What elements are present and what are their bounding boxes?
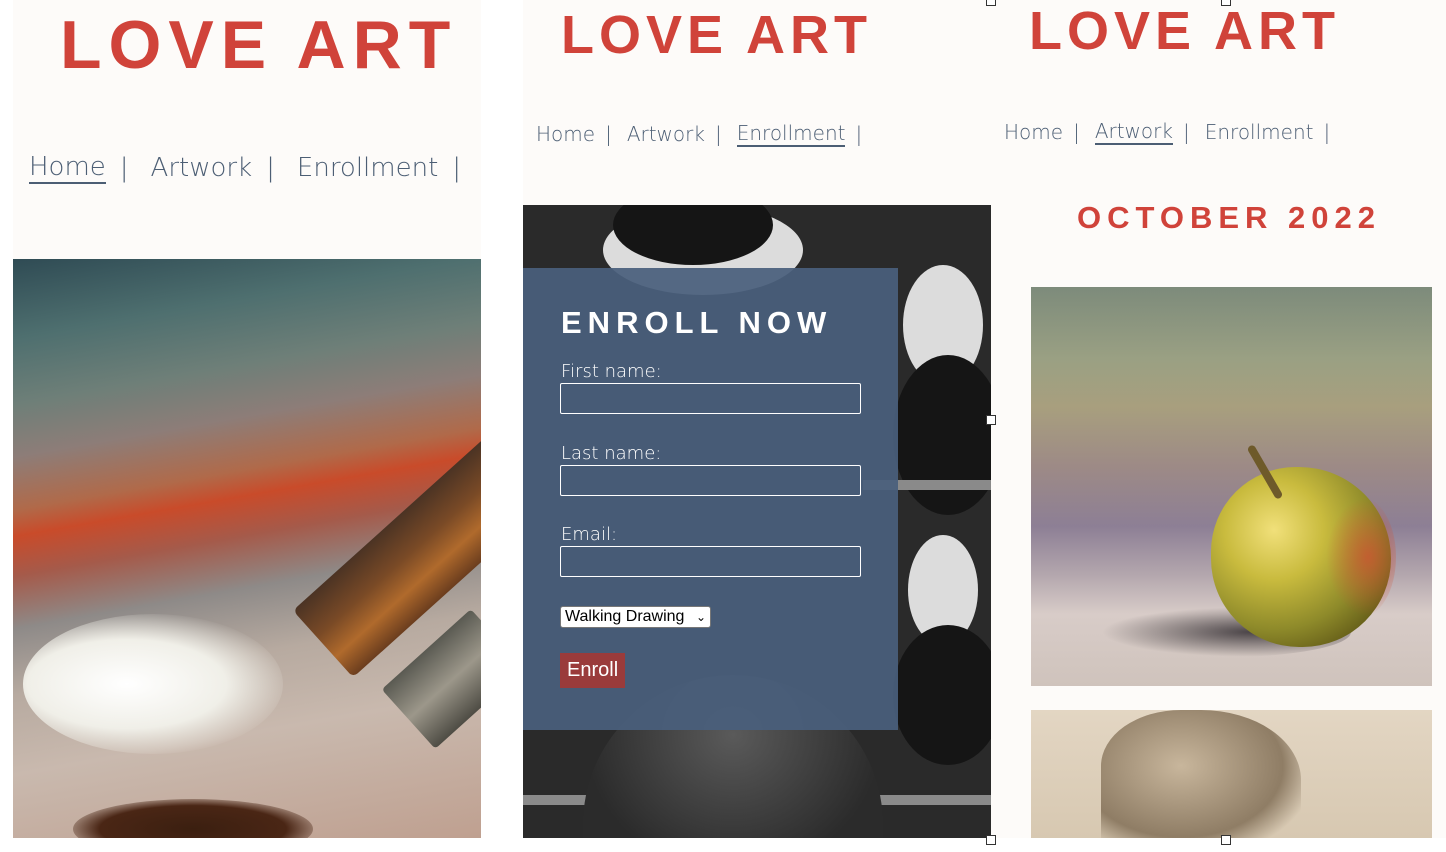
nav-separator: | bbox=[266, 153, 275, 183]
main-nav: Home | Artwork | Enrollment | bbox=[536, 121, 877, 147]
first-name-label: First name: bbox=[561, 361, 662, 382]
last-name-input[interactable] bbox=[560, 465, 861, 496]
enroll-form: ENROLL NOW First name: Last name: Email:… bbox=[523, 268, 898, 730]
nav-enrollment-link[interactable]: Enrollment bbox=[736, 121, 846, 147]
hero-paintbrush-image bbox=[13, 259, 481, 838]
nav-separator: | bbox=[1182, 120, 1190, 144]
artwork-apple-painting[interactable] bbox=[1031, 287, 1432, 686]
last-name-label: Last name: bbox=[561, 443, 662, 464]
site-logo[interactable]: LOVE ART bbox=[561, 4, 872, 66]
nav-home-link[interactable]: Home bbox=[1004, 120, 1063, 144]
nav-separator: | bbox=[452, 153, 462, 183]
resize-handle[interactable] bbox=[986, 835, 996, 845]
nav-artwork-link[interactable]: Artwork bbox=[627, 122, 705, 146]
enroll-button[interactable]: Enroll bbox=[560, 653, 626, 688]
first-name-input[interactable] bbox=[560, 383, 861, 414]
nav-home-link[interactable]: Home bbox=[29, 152, 106, 184]
artwork-page-panel: LOVE ART Home | Artwork | Enrollment | O… bbox=[991, 0, 1446, 838]
home-page-panel: LOVE ART Home | Artwork | Enrollment | bbox=[13, 0, 481, 838]
nav-separator: | bbox=[119, 153, 129, 183]
email-input[interactable] bbox=[560, 546, 861, 577]
main-nav: Home | Artwork | Enrollment | bbox=[1004, 119, 1345, 145]
nav-separator: | bbox=[855, 122, 863, 146]
course-select-value: Walking Drawing bbox=[565, 608, 685, 625]
apple-blush bbox=[1326, 497, 1396, 617]
brown-paint-blob bbox=[73, 799, 313, 838]
site-logo[interactable]: LOVE ART bbox=[60, 6, 457, 84]
site-logo[interactable]: LOVE ART bbox=[1029, 0, 1340, 62]
nav-separator: | bbox=[605, 122, 612, 146]
foliage bbox=[893, 355, 991, 515]
email-label: Email: bbox=[561, 524, 618, 545]
resize-handle[interactable] bbox=[1221, 835, 1231, 845]
white-paint-blob bbox=[23, 614, 283, 754]
nav-enrollment-link[interactable]: Enrollment bbox=[297, 153, 438, 183]
nav-enrollment-link[interactable]: Enrollment bbox=[1205, 120, 1314, 144]
nav-home-link[interactable]: Home bbox=[536, 122, 595, 146]
nav-separator: | bbox=[1323, 120, 1331, 144]
month-heading: OCTOBER 2022 bbox=[1077, 200, 1382, 235]
torso-sketch bbox=[1101, 710, 1301, 838]
course-select[interactable]: Walking Drawing ⌄ bbox=[560, 606, 711, 628]
enroll-title: ENROLL NOW bbox=[561, 305, 833, 340]
resize-handle[interactable] bbox=[986, 415, 996, 425]
resize-handle[interactable] bbox=[986, 0, 996, 6]
main-nav: Home | Artwork | Enrollment | bbox=[29, 152, 481, 184]
nav-separator: | bbox=[714, 122, 722, 146]
nav-separator: | bbox=[1073, 120, 1080, 144]
resize-handle[interactable] bbox=[1221, 0, 1231, 6]
foliage bbox=[893, 625, 991, 765]
artwork-torso-drawing[interactable] bbox=[1031, 710, 1432, 838]
nav-artwork-link[interactable]: Artwork bbox=[1094, 119, 1173, 145]
chevron-down-icon: ⌄ bbox=[695, 610, 706, 624]
enrollment-page-panel: LOVE ART Home | Artwork | Enrollment | E… bbox=[523, 0, 991, 838]
nav-artwork-link[interactable]: Artwork bbox=[151, 153, 253, 183]
